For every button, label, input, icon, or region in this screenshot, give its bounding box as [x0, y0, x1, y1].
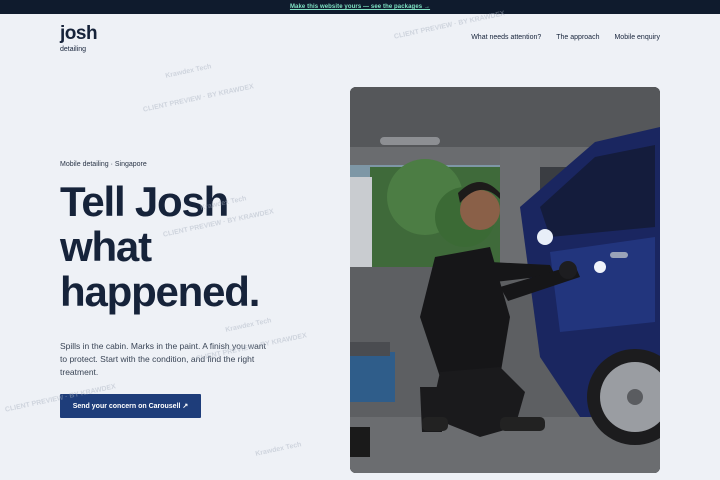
- hero-headline: Tell Josh what happened.: [60, 178, 330, 315]
- main-nav: What needs attention? The approach Mobil…: [471, 34, 660, 41]
- nav-item-what-needs-attention[interactable]: What needs attention?: [471, 34, 541, 41]
- hero-photo: [350, 87, 660, 473]
- watermark-brand: Krawdex Tech: [224, 317, 273, 334]
- nav-item-mobile-enquiry[interactable]: Mobile enquiry: [614, 34, 660, 41]
- headline-line-1: Tell Josh: [60, 178, 229, 225]
- promo-banner: Make this website yours — see the packag…: [0, 0, 720, 14]
- nav-item-approach[interactable]: The approach: [556, 34, 599, 41]
- hero-description: Spills in the cabin. Marks in the paint.…: [60, 341, 267, 378]
- brand-logo[interactable]: josh detailing: [60, 23, 98, 53]
- brand-subtitle: detailing: [60, 46, 87, 53]
- watermark-brand: Krawdex Tech: [164, 63, 213, 80]
- brand-name: josh: [60, 23, 98, 44]
- headline-line-2: what: [60, 222, 152, 270]
- detailer-photo-illustration: [350, 87, 660, 473]
- headline-line-3: happened.: [60, 267, 260, 315]
- watermark-brand: Krawdex Tech: [254, 441, 303, 458]
- watermark-preview: CLIENT PREVIEW · BY KRAWDEX: [142, 83, 255, 114]
- hero-eyebrow: Mobile detailing · Singapore: [60, 161, 147, 168]
- carousell-cta-button[interactable]: Send your concern on Carousell ↗: [60, 394, 201, 418]
- promo-link[interactable]: Make this website yours — see the packag…: [290, 4, 430, 10]
